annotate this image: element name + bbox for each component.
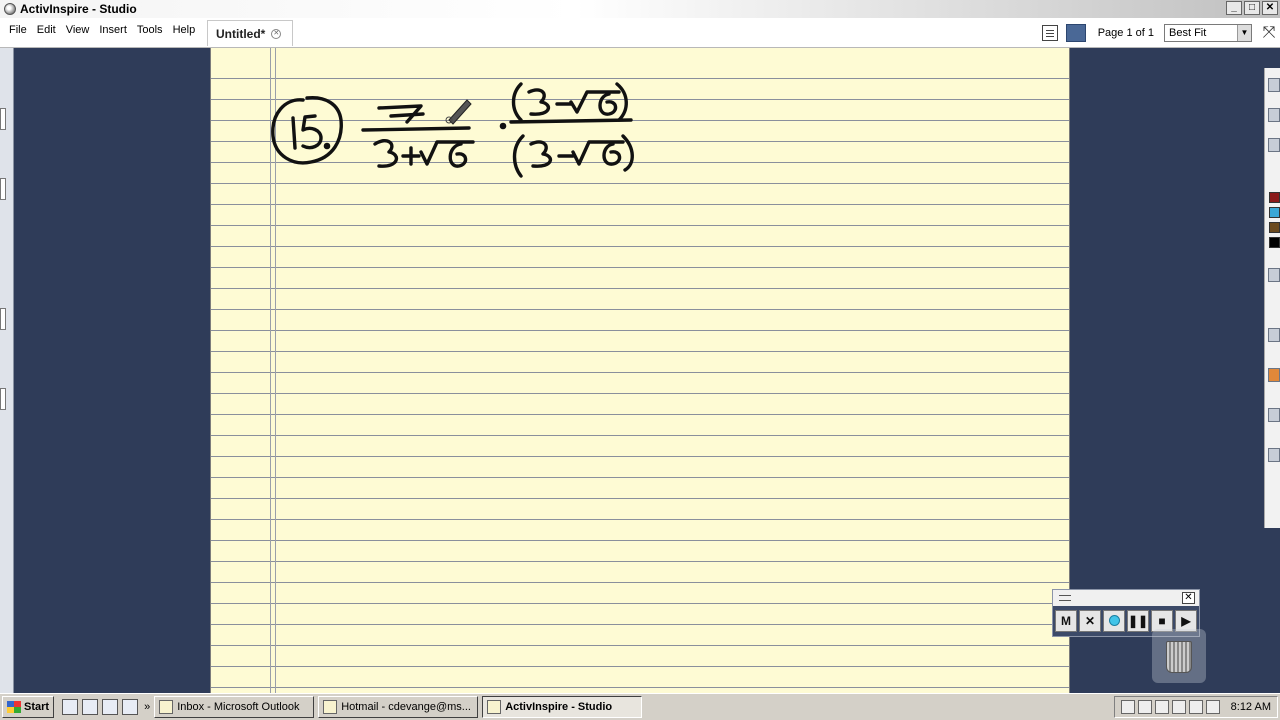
left-strip-handle[interactable] (0, 108, 6, 130)
right-toolbox (1264, 68, 1280, 528)
task-outlook[interactable]: Inbox - Microsoft Outlook (154, 696, 315, 718)
title-bar: ActivInspire - Studio _ □ ✕ (0, 0, 1280, 18)
zoom-select[interactable]: Best Fit ▼ (1164, 24, 1252, 42)
start-button[interactable]: Start (2, 696, 55, 718)
page-navigation: Page 1 of 1 Best Fit ▼ ⤧ (1041, 22, 1280, 44)
ie-icon[interactable] (62, 699, 79, 715)
digit-6 (448, 142, 468, 168)
plus-sign (401, 146, 421, 166)
digit-1 (291, 116, 297, 150)
outlook-icon[interactable] (122, 699, 139, 715)
start-label: Start (24, 701, 50, 713)
document-tab-label: Untitled* (216, 26, 266, 41)
close-button[interactable]: ✕ (1262, 1, 1278, 15)
task-label: ActivInspire - Studio (505, 701, 613, 713)
menu-view[interactable]: View (61, 24, 95, 36)
paren-left-bottom (512, 134, 525, 178)
denominator-3 (373, 139, 399, 168)
pause-button[interactable]: ❚❚ (1127, 610, 1149, 632)
browser-icon (323, 700, 338, 714)
recorder-cancel-button[interactable]: ✕ (1079, 610, 1101, 632)
fullscreen-icon[interactable]: ⤧ (1260, 24, 1278, 42)
activinspire-icon (487, 700, 502, 714)
recorder-menu-button[interactable]: M (1055, 610, 1077, 632)
menu-file[interactable]: File (4, 24, 32, 36)
system-tray: 8:12 AM (1113, 696, 1278, 718)
toolbox-tool-icon[interactable] (1268, 108, 1280, 122)
fraction-bar-1 (361, 126, 471, 132)
menu-tools[interactable]: Tools (132, 24, 168, 36)
left-strip-handle[interactable] (0, 178, 6, 200)
numerator-3 (527, 88, 551, 116)
page-view-icon[interactable] (1065, 24, 1086, 42)
paren-right-top (615, 82, 628, 122)
handwritten-math (271, 82, 634, 178)
chevron-right-icon[interactable]: » (144, 701, 150, 713)
clock: 8:12 AM (1230, 701, 1271, 713)
digit-6-top (598, 92, 618, 116)
denominator-3-bottom (529, 140, 553, 168)
tray-icon[interactable] (1120, 700, 1135, 714)
tray-icon[interactable] (1137, 700, 1152, 714)
tray-icon[interactable] (1205, 700, 1220, 714)
folder-icon[interactable] (82, 699, 99, 715)
grip-icon[interactable] (1059, 595, 1071, 601)
activinspire-app-icon (4, 3, 16, 15)
window-title: ActivInspire - Studio (20, 2, 137, 16)
page-browser-icon[interactable] (1041, 25, 1058, 41)
task-activinspire[interactable]: ActivInspire - Studio (482, 696, 643, 718)
quick-launch: » (62, 699, 150, 715)
color-swatch-brown[interactable] (1269, 222, 1280, 233)
toolbox-tool-icon[interactable] (1268, 138, 1280, 152)
color-swatch-black[interactable] (1269, 237, 1280, 248)
digit-6-bottom (602, 142, 622, 166)
page-indicator: Page 1 of 1 (1097, 27, 1154, 39)
task-hotmail[interactable]: Hotmail - cdevange@ms... (318, 696, 479, 718)
recorder-close-icon[interactable]: ✕ (1182, 592, 1195, 604)
pen-cursor-icon (445, 99, 472, 125)
zoom-value: Best Fit (1169, 27, 1207, 39)
highlighter-tool-icon[interactable] (1268, 368, 1280, 382)
document-tab[interactable]: Untitled* ✕ (207, 20, 293, 46)
media-icon[interactable] (102, 699, 119, 715)
restore-button[interactable]: □ (1244, 1, 1260, 15)
left-strip-handle[interactable] (0, 308, 6, 330)
taskbar: Start » Inbox - Microsoft Outlook Hotmai… (0, 693, 1280, 720)
color-swatch-blue[interactable] (1269, 207, 1280, 218)
left-strip-handle[interactable] (0, 388, 6, 410)
task-label: Hotmail - cdevange@ms... (341, 701, 471, 713)
digit-5 (301, 114, 323, 150)
tray-icon[interactable] (1188, 700, 1203, 714)
record-icon (1108, 615, 1120, 626)
toolbox-tool-icon[interactable] (1268, 268, 1280, 282)
color-swatch-red[interactable] (1269, 192, 1280, 203)
menu-insert[interactable]: Insert (94, 24, 132, 36)
window-controls: _ □ ✕ (1226, 1, 1278, 15)
task-label: Inbox - Microsoft Outlook (177, 701, 300, 713)
record-button[interactable] (1103, 610, 1125, 632)
toolbox-tool-icon[interactable] (1268, 448, 1280, 462)
minimize-button[interactable]: _ (1226, 1, 1242, 15)
tab-close-icon[interactable]: ✕ (271, 28, 282, 39)
menu-edit[interactable]: Edit (32, 24, 61, 36)
toolbox-tool-icon[interactable] (1268, 78, 1280, 92)
pen-tool-icon[interactable] (1268, 328, 1280, 342)
flipchart-page[interactable] (210, 48, 1070, 693)
trash-can-icon[interactable] (1152, 629, 1206, 683)
menu-bar: File Edit View Insert Tools Help Untitle… (0, 18, 1280, 48)
paren-left-top (511, 82, 523, 122)
chevron-down-icon[interactable]: ▼ (1237, 25, 1251, 41)
menu-help[interactable]: Help (168, 24, 201, 36)
outlook-icon (159, 700, 174, 714)
tray-icon[interactable] (1171, 700, 1186, 714)
windows-logo-icon (7, 701, 21, 713)
fraction-bar-2 (509, 118, 633, 124)
left-tool-strip (0, 48, 14, 693)
toolbox-tool-icon[interactable] (1268, 408, 1280, 422)
tray-icon[interactable] (1154, 700, 1169, 714)
recorder-title-bar[interactable]: ✕ (1053, 590, 1199, 606)
